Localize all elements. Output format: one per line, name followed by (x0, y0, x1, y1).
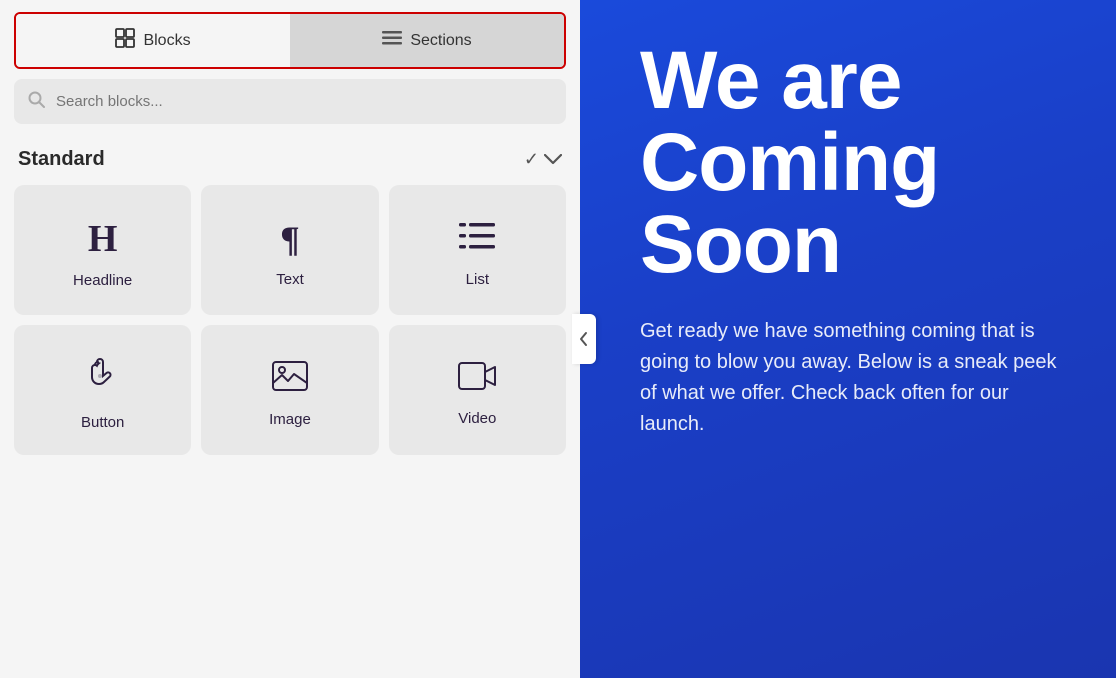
tab-sections-label: Sections (410, 32, 471, 50)
tab-bar: Blocks Sections (14, 12, 566, 69)
tab-blocks-label: Blocks (143, 32, 190, 50)
hero-title-line3: Soon (640, 199, 841, 290)
standard-section-header: Standard ✓ (0, 138, 580, 185)
blocks-grid: H Headline ¶ Text List (0, 185, 580, 455)
block-image[interactable]: Image (201, 325, 378, 455)
search-icon (28, 91, 45, 113)
text-icon: ¶ (280, 221, 299, 257)
hero-title-line1: We are (640, 35, 901, 126)
block-headline[interactable]: H Headline (14, 185, 191, 315)
image-icon (272, 361, 308, 397)
left-panel: Blocks Sections Standard ✓ (0, 0, 580, 678)
sections-tab-icon (382, 31, 402, 50)
video-label: Video (458, 410, 496, 427)
hero-title: We are Coming Soon (640, 40, 1076, 286)
standard-section-label: Standard (18, 148, 105, 171)
hero-body: Get ready we have something coming that … (640, 316, 1060, 440)
block-text[interactable]: ¶ Text (201, 185, 378, 315)
headline-label: Headline (73, 272, 132, 289)
button-icon (87, 358, 119, 400)
list-icon (459, 221, 495, 257)
text-label: Text (276, 271, 304, 288)
block-button[interactable]: Button (14, 325, 191, 455)
image-label: Image (269, 411, 311, 428)
right-panel: We are Coming Soon Get ready we have som… (580, 0, 1116, 678)
tab-blocks[interactable]: Blocks (16, 14, 290, 67)
hero-title-line2: Coming (640, 117, 939, 208)
block-video[interactable]: Video (389, 325, 566, 455)
tab-sections[interactable]: Sections (290, 14, 564, 67)
blocks-tab-icon (115, 28, 135, 53)
button-label: Button (81, 414, 124, 431)
search-input[interactable] (14, 79, 566, 124)
video-icon (458, 362, 496, 396)
list-label: List (466, 271, 489, 288)
collapse-panel-button[interactable] (572, 314, 596, 364)
search-container (14, 79, 566, 124)
block-list[interactable]: List (389, 185, 566, 315)
chevron-down-icon[interactable]: ✓ (524, 149, 562, 170)
headline-icon: H (88, 220, 118, 258)
